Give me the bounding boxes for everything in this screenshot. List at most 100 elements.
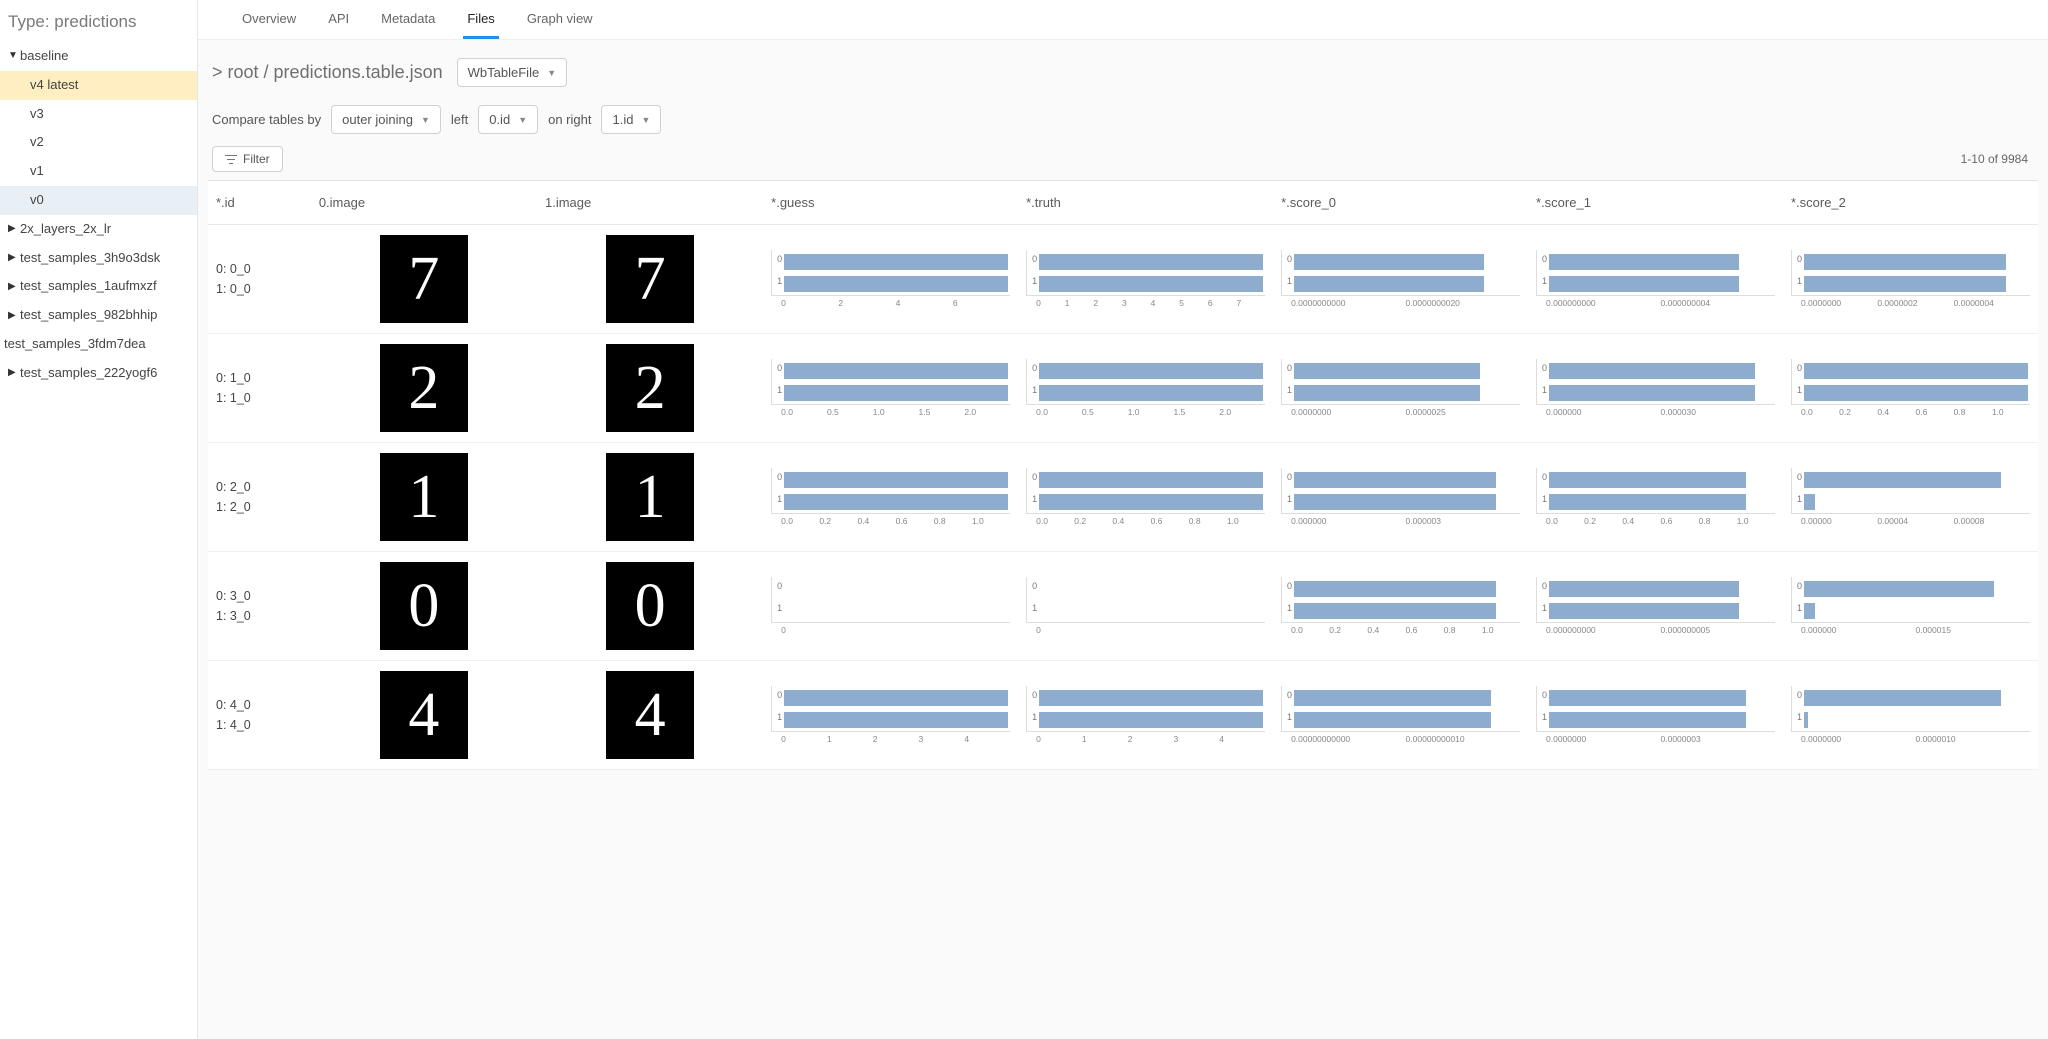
bar-y-label: 0 xyxy=(772,363,782,373)
image-cell[interactable]: 0 xyxy=(537,552,763,661)
chart-cell: 010 xyxy=(763,552,1018,661)
image-cell[interactable]: 0 xyxy=(311,552,537,661)
column-header[interactable]: *.score_2 xyxy=(1783,181,2038,225)
tree-group[interactable]: ▶ test_samples_982bhhip xyxy=(0,301,197,330)
bar-y-label: 0 xyxy=(1537,254,1547,264)
x-axis-ticks: 0.000000000000.00000000010 xyxy=(1281,732,1520,744)
column-header[interactable]: 1.image xyxy=(537,181,763,225)
x-axis-ticks: 0.00000000.0000025 xyxy=(1281,405,1520,417)
bar-fill xyxy=(1294,494,1496,510)
image-cell[interactable]: 4 xyxy=(311,661,537,770)
bar-y-label: 0 xyxy=(1027,472,1037,482)
tab-overview[interactable]: Overview xyxy=(238,1,300,39)
tree-version[interactable]: v2 xyxy=(0,128,197,157)
bar-y-label: 1 xyxy=(1537,494,1547,504)
mini-bar-chart: 010.00.20.40.60.81.0 xyxy=(771,468,1010,526)
tree-version[interactable]: v3 xyxy=(0,100,197,129)
mini-bar-chart: 010.0000000.000030 xyxy=(1536,359,1775,417)
sidebar-title: Type: predictions xyxy=(0,8,197,42)
chart-cell: 010.0000000000.000000004 xyxy=(1528,225,1783,334)
bar-y-label: 0 xyxy=(772,690,782,700)
image-cell[interactable]: 7 xyxy=(537,225,763,334)
tab-graph-view[interactable]: Graph view xyxy=(523,1,597,39)
tree-group[interactable]: ▶ test_samples_1aufmxzf xyxy=(0,272,197,301)
tree-version[interactable]: v1 xyxy=(0,157,197,186)
bar-y-label: 1 xyxy=(1792,603,1802,613)
mini-bar-chart: 0101234567 xyxy=(1026,250,1265,308)
digit-glyph: 2 xyxy=(408,353,439,424)
bar-y-label: 1 xyxy=(1282,603,1292,613)
mini-bar-chart: 010.00000000.0000003 xyxy=(1536,686,1775,744)
data-table-wrapper: *.id0.image1.image*.guess*.truth*.score_… xyxy=(208,180,2038,770)
bar-fill xyxy=(1294,254,1484,270)
bar-fill xyxy=(1039,494,1263,510)
right-key-select[interactable]: 1.id ▼ xyxy=(601,105,661,134)
column-header[interactable]: *.guess xyxy=(763,181,1018,225)
filetype-select[interactable]: WbTableFile ▼ xyxy=(457,58,567,87)
column-header[interactable]: *.score_1 xyxy=(1528,181,1783,225)
join-mode-select[interactable]: outer joining ▼ xyxy=(331,105,441,134)
column-header[interactable]: *.score_0 xyxy=(1273,181,1528,225)
tab-metadata[interactable]: Metadata xyxy=(377,1,439,39)
tree-version[interactable]: v4 latest xyxy=(0,71,197,100)
tree-group[interactable]: ▶ test_samples_222yogf6 xyxy=(0,359,197,388)
tree-version[interactable]: v0 xyxy=(0,186,197,215)
mini-bar-chart: 010.00.20.40.60.81.0 xyxy=(1281,577,1520,635)
mini-bar-chart: 010 xyxy=(771,577,1010,635)
bar-y-label: 1 xyxy=(772,494,782,504)
bar-fill xyxy=(1039,690,1263,706)
bar-fill xyxy=(784,690,1008,706)
x-axis-ticks: 0.0000000.000015 xyxy=(1791,623,2030,635)
column-header[interactable]: 0.image xyxy=(311,181,537,225)
left-key-select[interactable]: 0.id ▼ xyxy=(478,105,538,134)
bar-y-label: 0 xyxy=(1282,363,1292,373)
mini-bar-chart: 010.000000.000040.00008 xyxy=(1791,468,2030,526)
bar-y-label: 1 xyxy=(1282,385,1292,395)
image-cell[interactable]: 4 xyxy=(537,661,763,770)
tree-group[interactable]: ▼ baseline xyxy=(0,42,197,71)
caret-down-icon: ▼ xyxy=(8,48,20,64)
bar-y-label: 0 xyxy=(1282,581,1292,591)
image-cell[interactable]: 7 xyxy=(311,225,537,334)
image-cell[interactable]: 2 xyxy=(311,334,537,443)
column-header[interactable]: *.id xyxy=(208,181,311,225)
tab-api[interactable]: API xyxy=(324,1,353,39)
bar-y-label: 0 xyxy=(1282,690,1292,700)
tree-group-label: 2x_layers_2x_lr xyxy=(20,219,111,240)
image-cell[interactable]: 1 xyxy=(311,443,537,552)
tree-root-item[interactable]: test_samples_3fdm7dea xyxy=(0,330,197,359)
join-mode-value: outer joining xyxy=(342,112,413,127)
mini-bar-chart: 010.00.51.01.52.0 xyxy=(771,359,1010,417)
x-axis-ticks: 0.00.20.40.60.81.0 xyxy=(1536,514,1775,526)
x-axis-ticks: 01234567 xyxy=(1026,296,1265,308)
bar-y-label: 1 xyxy=(1027,385,1037,395)
bar-fill xyxy=(1039,472,1263,488)
tree-group[interactable]: ▶ test_samples_3h9o3dsk xyxy=(0,244,197,273)
sidebar: Type: predictions ▼ baselinev4 latestv3v… xyxy=(0,0,198,1039)
tab-files[interactable]: Files xyxy=(463,1,498,39)
table-row: 0: 0_01: 0_0770102460101234567010.000000… xyxy=(208,225,2038,334)
tree-group-label: test_samples_1aufmxzf xyxy=(20,276,157,297)
bar-fill xyxy=(1804,363,2028,379)
filter-button[interactable]: Filter xyxy=(212,146,283,172)
bar-fill xyxy=(784,494,1008,510)
x-axis-ticks: 0.0000000.000003 xyxy=(1281,514,1520,526)
bar-y-label: 0 xyxy=(1792,254,1802,264)
x-axis-ticks: 0.00.51.01.52.0 xyxy=(771,405,1010,417)
table-row: 0: 1_01: 1_022010.00.51.01.52.0010.00.51… xyxy=(208,334,2038,443)
chart-cell: 010.00.20.40.60.81.0 xyxy=(763,443,1018,552)
column-header[interactable]: *.truth xyxy=(1018,181,1273,225)
x-axis-ticks: 0.00.51.01.52.0 xyxy=(1026,405,1265,417)
digit-glyph: 4 xyxy=(408,680,439,751)
x-axis-ticks: 01234 xyxy=(1026,732,1265,744)
image-cell[interactable]: 2 xyxy=(537,334,763,443)
filetype-select-value: WbTableFile xyxy=(468,65,540,80)
bar-y-label: 0 xyxy=(1792,581,1802,591)
bar-fill xyxy=(1549,712,1746,728)
image-cell[interactable]: 1 xyxy=(537,443,763,552)
caret-right-icon: ▶ xyxy=(8,250,20,266)
bar-y-label: 0 xyxy=(772,254,782,264)
tree-group[interactable]: ▶ 2x_layers_2x_lr xyxy=(0,215,197,244)
bar-y-label: 1 xyxy=(1792,712,1802,722)
id-cell: 0: 4_01: 4_0 xyxy=(208,661,311,770)
